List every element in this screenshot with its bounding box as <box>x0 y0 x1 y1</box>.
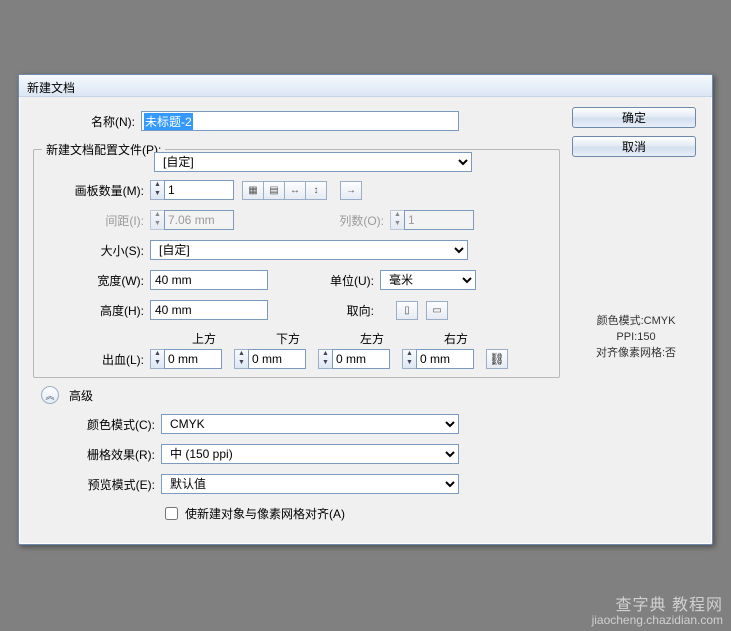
watermark: 查字典 教程网 jiaocheng.chazidian.com <box>592 599 723 627</box>
preview-label: 预览模式(E): <box>33 476 161 493</box>
layout-grid-col-icon[interactable]: ▤ <box>263 181 285 200</box>
align-pixel-label: 使新建对象与像素网格对齐(A) <box>185 505 345 522</box>
artboards-label: 画板数量(M): <box>42 182 150 199</box>
cancel-button[interactable]: 取消 <box>572 136 696 157</box>
layout-col-icon[interactable]: ↕ <box>305 181 327 200</box>
orientation-label: 取向: <box>302 302 380 319</box>
height-input[interactable] <box>150 300 268 320</box>
colormode-label: 颜色模式(C): <box>33 416 161 433</box>
dialog-title: 新建文档 <box>19 75 712 97</box>
new-document-dialog: 新建文档 名称(N): 未标题-2 新建文档配置文件(P): [自定] 画板数量… <box>18 74 713 545</box>
name-input[interactable]: 未标题-2 <box>141 111 459 131</box>
preview-select[interactable]: 默认值 <box>161 474 459 494</box>
artboards-spinner[interactable]: ▲▼ <box>150 180 234 200</box>
spacing-label: 间距(I): <box>42 212 150 229</box>
units-select[interactable]: 毫米 <box>380 270 476 290</box>
profile-legend: 新建文档配置文件(P): <box>42 141 165 158</box>
name-label: 名称(N): <box>33 113 141 130</box>
colormode-select[interactable]: CMYK <box>161 414 459 434</box>
bleed-label: 出血(L): <box>42 351 150 368</box>
info-panel: 颜色模式:CMYK PPI:150 对齐像素网格:否 <box>572 313 700 361</box>
height-label: 高度(H): <box>42 302 150 319</box>
orientation-landscape-icon[interactable]: ▭ <box>426 301 448 320</box>
units-label: 单位(U): <box>302 272 380 289</box>
width-input[interactable] <box>150 270 268 290</box>
orientation-portrait-icon[interactable]: ▯ <box>396 301 418 320</box>
bleed-bottom-spinner[interactable]: ▲▼ <box>234 349 306 369</box>
layout-grid-row-icon[interactable]: ▦ <box>242 181 264 200</box>
bleed-headers: 上方 下方 左方 右方 <box>162 330 551 347</box>
cols-label: 列数(O): <box>312 212 390 229</box>
bleed-right-spinner[interactable]: ▲▼ <box>402 349 474 369</box>
advanced-label: 高级 <box>69 387 93 404</box>
raster-label: 栅格效果(R): <box>33 446 161 463</box>
layout-direction-icon[interactable]: → <box>340 181 362 200</box>
layout-row-icon[interactable]: ↔ <box>284 181 306 200</box>
size-select[interactable]: [自定] <box>150 240 468 260</box>
bleed-top-spinner[interactable]: ▲▼ <box>150 349 222 369</box>
raster-select[interactable]: 中 (150 ppi) <box>161 444 459 464</box>
artboard-layout-group: ▦ ▤ ↔ ↕ <box>242 181 326 200</box>
size-label: 大小(S): <box>42 242 150 259</box>
spacing-spinner: ▲▼ <box>150 210 234 230</box>
ok-button[interactable]: 确定 <box>572 107 696 128</box>
profile-fieldset: 新建文档配置文件(P): [自定] 画板数量(M): ▲▼ ▦ ▤ <box>33 141 560 378</box>
advanced-toggle-icon[interactable]: ︽ <box>41 386 59 404</box>
bleed-link-icon[interactable]: ⛓ <box>486 349 508 369</box>
cols-spinner: ▲▼ <box>390 210 474 230</box>
width-label: 宽度(W): <box>42 272 150 289</box>
bleed-left-spinner[interactable]: ▲▼ <box>318 349 390 369</box>
profile-select[interactable]: [自定] <box>154 152 472 172</box>
align-pixel-checkbox[interactable] <box>165 507 178 520</box>
